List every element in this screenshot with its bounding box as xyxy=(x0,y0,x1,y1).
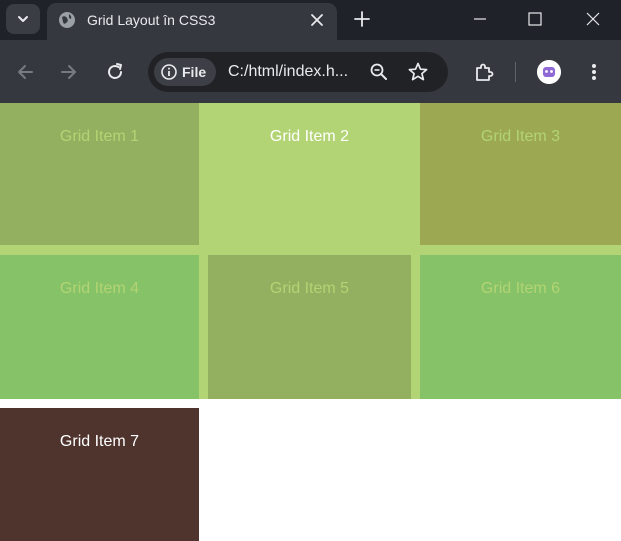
grid-item-label: Grid Item 3 xyxy=(480,128,561,145)
arrow-left-icon[interactable] xyxy=(14,61,36,83)
avatar[interactable] xyxy=(537,60,561,84)
site-info-chip[interactable]: File xyxy=(154,58,216,86)
arrow-right-icon[interactable] xyxy=(58,61,80,83)
grid-item-3: Grid Item 3 xyxy=(420,103,621,245)
grid-item-4: Grid Item 4 xyxy=(0,255,199,399)
plus-icon[interactable] xyxy=(351,8,373,30)
grid-item-label: Grid Item 6 xyxy=(480,280,561,297)
tab-title: Grid Layout în CSS3 xyxy=(87,12,216,28)
kebab-menu-icon[interactable] xyxy=(584,60,604,84)
page-viewport: Grid Item 1 Grid Item 2 Grid Item 3 Grid… xyxy=(0,103,621,541)
active-tab[interactable]: Grid Layout în CSS3 xyxy=(47,3,337,40)
browser-toolbar: File C:/html/index.h... xyxy=(0,40,621,103)
profile-avatar-icon xyxy=(537,60,561,84)
star-icon[interactable] xyxy=(407,61,429,83)
address-bar[interactable]: File C:/html/index.h... xyxy=(148,52,448,92)
grid-item-1: Grid Item 1 xyxy=(0,103,199,245)
window-close-icon[interactable] xyxy=(583,9,603,29)
grid-item-6: Grid Item 6 xyxy=(420,255,621,399)
chevron-down-icon xyxy=(18,16,28,22)
grid-item-5: Grid Item 5 xyxy=(208,255,411,399)
grid-item-7: Grid Item 7 xyxy=(0,408,199,541)
maximize-icon[interactable] xyxy=(525,9,545,29)
file-label: File xyxy=(182,64,207,80)
info-icon xyxy=(161,64,177,80)
tab-search-button[interactable] xyxy=(6,4,40,34)
close-icon[interactable] xyxy=(308,11,326,29)
grid-item-label: Grid Item 4 xyxy=(59,280,140,297)
globe-icon xyxy=(59,12,75,28)
toolbar-divider xyxy=(515,62,516,82)
grid-item-label: Grid Item 2 xyxy=(269,128,350,145)
grid-item-label: Grid Item 5 xyxy=(269,280,350,297)
reload-icon[interactable] xyxy=(104,61,126,83)
zoom-out-icon[interactable] xyxy=(369,62,389,82)
grid-item-label: Grid Item 7 xyxy=(59,433,140,450)
minimize-icon[interactable] xyxy=(470,9,490,29)
url-text: C:/html/index.h... xyxy=(228,63,349,80)
puzzle-icon[interactable] xyxy=(472,60,496,84)
grid-item-label: Grid Item 1 xyxy=(59,128,140,145)
tab-strip: Grid Layout în CSS3 xyxy=(0,0,621,40)
grid-item-2: Grid Item 2 xyxy=(199,103,420,245)
